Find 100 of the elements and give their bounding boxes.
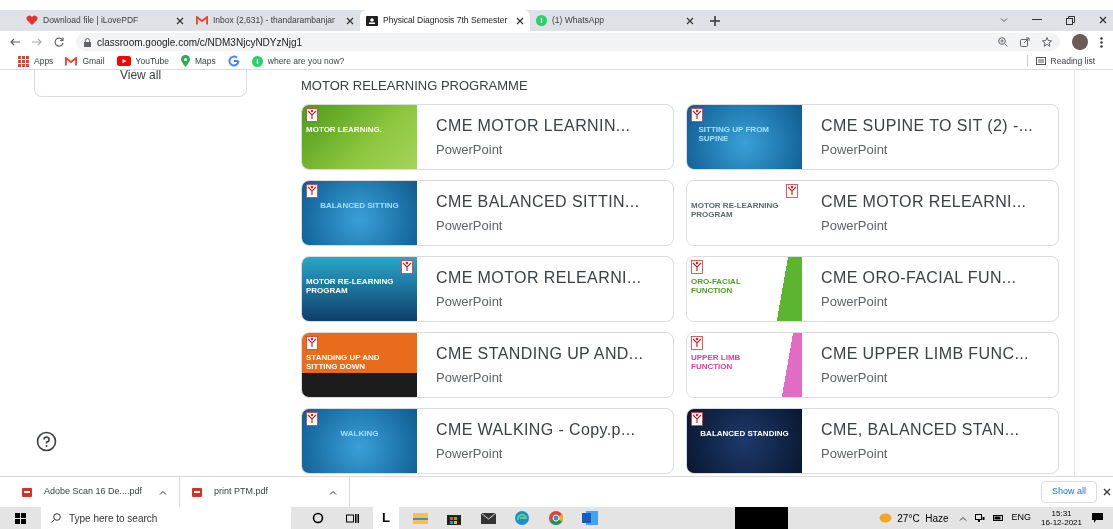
college-logo-icon — [691, 336, 703, 350]
bookmark[interactable]: Gmail — [65, 54, 105, 68]
bookmark[interactable]: Maps — [181, 54, 216, 68]
slide-title: UPPER LIMB FUNCTION — [691, 353, 742, 371]
material-title: CME, BALANCED STAN... — [821, 420, 1020, 441]
material-card[interactable]: UPPER LIMB FUNCTION CME UPPER LIMB FUNC... PowerPoint — [686, 332, 1059, 398]
bookmark[interactable]: YouTube — [116, 54, 169, 68]
browser-tab[interactable]: (1) WhatsApp — [530, 10, 700, 31]
close-icon[interactable] — [1103, 488, 1111, 496]
close-icon[interactable] — [516, 16, 524, 25]
clock-time[interactable]: 15:31 — [1051, 509, 1072, 518]
college-logo-icon — [691, 412, 703, 426]
weather-text[interactable]: 27°C Haze — [897, 510, 949, 526]
close-icon[interactable] — [686, 16, 694, 25]
apps-grid-icon — [18, 55, 29, 67]
network-icon[interactable] — [974, 513, 985, 523]
slide-title: MOTOR LEARNING. — [306, 125, 382, 134]
material-type: PowerPoint — [821, 293, 889, 312]
language-indicator[interactable]: ENG — [1011, 511, 1032, 525]
close-icon[interactable] — [176, 16, 184, 25]
mail-icon — [65, 56, 78, 66]
help-icon[interactable] — [36, 431, 57, 452]
bookmark[interactable]: Apps — [18, 54, 54, 68]
notification-icon[interactable] — [1092, 513, 1103, 523]
mail-icon — [196, 16, 208, 25]
slide-title: BALANCED SITTING — [320, 201, 399, 210]
browser-tab[interactable]: Physical Diagnosis 7th Semester — [360, 10, 530, 31]
college-logo-icon — [786, 184, 798, 198]
clock-date[interactable]: 16-12-2021 — [1041, 518, 1082, 527]
material-type: PowerPoint — [821, 141, 889, 160]
slide-title: STANDING UP AND SITTING DOWN — [306, 353, 381, 371]
material-card[interactable]: MOTOR RE-LEARNING PROGRAM CME MOTOR RELEARNI... PowerPoint — [301, 256, 674, 322]
back-icon[interactable] — [10, 38, 20, 46]
caret-icon[interactable] — [159, 489, 167, 495]
tab-title: (1) WhatsApp — [552, 14, 605, 27]
material-card[interactable]: MOTOR LEARNING. CME MOTOR LEARNIN... PowerPoint — [301, 104, 674, 170]
minimize-icon[interactable] — [1032, 19, 1042, 21]
material-card[interactable]: WALKING CME WALKING - Copy.p... PowerPoint — [301, 408, 674, 474]
material-card[interactable]: BALANCED STANDING CME, BALANCED STAN... PowerPoint — [686, 408, 1059, 474]
material-title: CME BALANCED SITTIN... — [436, 192, 640, 213]
college-logo-icon — [401, 260, 413, 274]
material-title: CME MOTOR RELEARNI... — [821, 192, 1027, 213]
restore-icon[interactable] — [1066, 16, 1075, 25]
app-letter-icon[interactable]: L — [373, 507, 399, 529]
material-type: PowerPoint — [436, 445, 504, 464]
zoom-icon[interactable] — [998, 37, 1008, 47]
tab-title: Inbox (2,631) - thandarambanjar — [213, 14, 336, 27]
reading-list-icon — [1035, 57, 1046, 65]
material-title: CME ORO-FACIAL FUN... — [821, 268, 1017, 289]
material-type: PowerPoint — [436, 293, 504, 312]
battery-icon[interactable] — [992, 515, 1004, 521]
taskbar-search-field[interactable]: Type here to search — [41, 507, 291, 529]
bookmark-icon-button[interactable] — [227, 55, 240, 67]
caret-icon[interactable] — [958, 515, 967, 521]
google-icon — [227, 55, 240, 67]
url-text: classroom.google.com/c/NDM3NjcyNDYzNjg1 — [97, 35, 303, 50]
college-logo-icon — [306, 412, 318, 426]
material-card[interactable]: STANDING UP AND SITTING DOWN CME STANDING UP AND... PowerPoint — [301, 332, 674, 398]
material-title: CME WALKING - Copy.p... — [436, 420, 636, 441]
material-title: CME STANDING UP AND... — [436, 344, 644, 365]
browser-tab[interactable]: Download file | iLovePDF — [20, 10, 190, 31]
close-icon[interactable] — [1099, 16, 1107, 24]
slide-title: MOTOR RE-LEARNING PROGRAM — [306, 277, 395, 295]
section-title: MOTOR RELEARNING PROGRAMME — [300, 77, 529, 95]
more-menu-icon[interactable] — [1100, 36, 1103, 48]
close-icon[interactable] — [346, 16, 354, 25]
pdf-file-icon — [22, 487, 32, 497]
new-tab-icon[interactable] — [710, 16, 720, 26]
college-logo-icon — [306, 108, 318, 122]
view-all-link[interactable]: View all — [119, 70, 162, 80]
reading-list-button[interactable]: Reading list — [1026, 54, 1095, 68]
bookmark[interactable]: where are you now? — [251, 54, 345, 68]
college-logo-icon — [306, 336, 318, 350]
heart-icon — [26, 15, 38, 26]
college-logo-icon — [691, 108, 703, 122]
windows-start-icon[interactable] — [15, 512, 26, 524]
lock-icon — [84, 37, 91, 47]
share-icon[interactable] — [1020, 37, 1030, 47]
material-card[interactable]: MOTOR RE-LEARNING PROGRAM CME MOTOR RELEARNI... PowerPoint — [686, 180, 1059, 246]
slide-title: ORO-FACIAL FUNCTION — [691, 277, 742, 295]
show-all-button[interactable]: Show all — [1040, 481, 1097, 503]
reload-icon[interactable] — [54, 37, 64, 47]
star-icon[interactable] — [1042, 37, 1052, 47]
material-title: CME MOTOR LEARNIN... — [436, 116, 631, 137]
material-type: PowerPoint — [436, 217, 504, 236]
address-bar[interactable]: classroom.google.com/c/NDM3NjcyNDYzNjg1 — [76, 33, 1060, 51]
material-type: PowerPoint — [821, 369, 889, 388]
material-title: CME MOTOR RELEARNI... — [436, 268, 642, 289]
redaction-block — [735, 507, 788, 529]
profile-avatar[interactable] — [1072, 34, 1088, 50]
slide-title: MOTOR RE-LEARNING PROGRAM — [691, 201, 780, 219]
material-card[interactable]: ORO-FACIAL FUNCTION CME ORO-FACIAL FUN... PowerPoint — [686, 256, 1059, 322]
material-card[interactable]: BALANCED SITTING CME BALANCED SITTIN... PowerPoint — [301, 180, 674, 246]
search-icon — [51, 513, 61, 523]
material-type: PowerPoint — [436, 369, 504, 388]
tab-title: Download file | iLovePDF — [43, 14, 140, 27]
pdf-file-icon — [192, 487, 202, 497]
browser-tab[interactable]: Inbox (2,631) - thandarambanjar — [190, 10, 360, 31]
caret-icon[interactable] — [329, 489, 337, 495]
material-card[interactable]: SITTING UP FROM SUPINE CME SUPINE TO SIT (2) -... PowerPoint — [686, 104, 1059, 170]
